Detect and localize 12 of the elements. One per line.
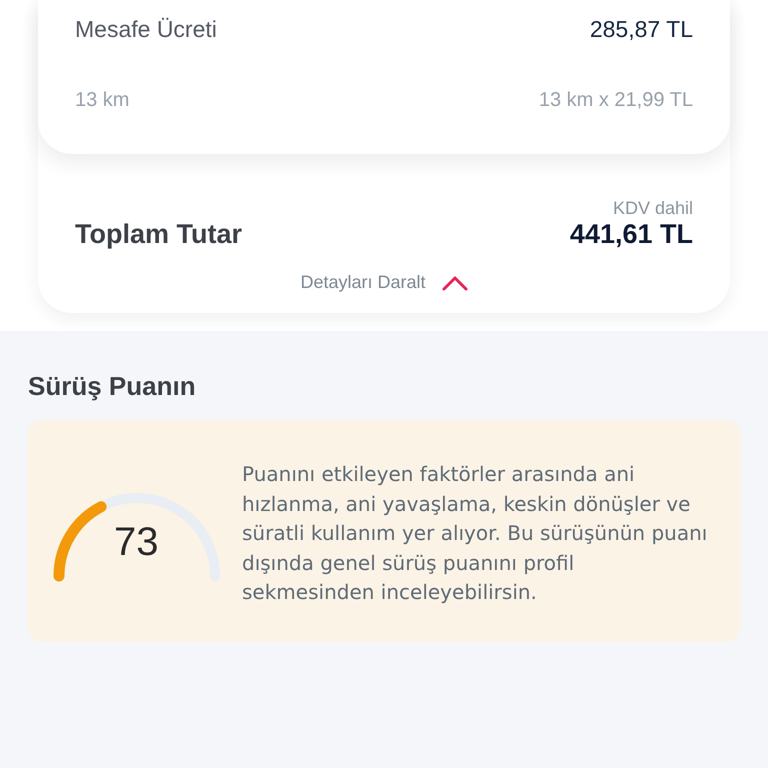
section-title: Sürüş Puanın — [28, 371, 197, 402]
score-description: Puanını etkileyen faktörler arasında ani hızlanma, ani yavaşlama, keskin dönüşler ve süratli kullanım yer alıyor. Bu sürüşünün puanı dışında genel sürüş puanını profil sekmesinden inceleyebilirsin. — [242, 461, 708, 606]
score-value: 73 — [114, 520, 158, 565]
chevron-up-icon[interactable] — [442, 274, 468, 290]
distance-label: 13 km — [75, 89, 130, 112]
tax-note: KDV dahil — [612, 198, 693, 218]
total-label: Toplam Tutar — [75, 219, 242, 250]
fare-label: Mesafe Ücreti — [75, 16, 217, 43]
fare-amount: 285,87 TL — [590, 16, 693, 43]
total-amount: 441,61 TL — [570, 219, 693, 250]
collapse-details-link[interactable]: Detayları Daralt — [300, 272, 426, 293]
distance-calculation: 13 km x 21,99 TL — [538, 89, 693, 112]
